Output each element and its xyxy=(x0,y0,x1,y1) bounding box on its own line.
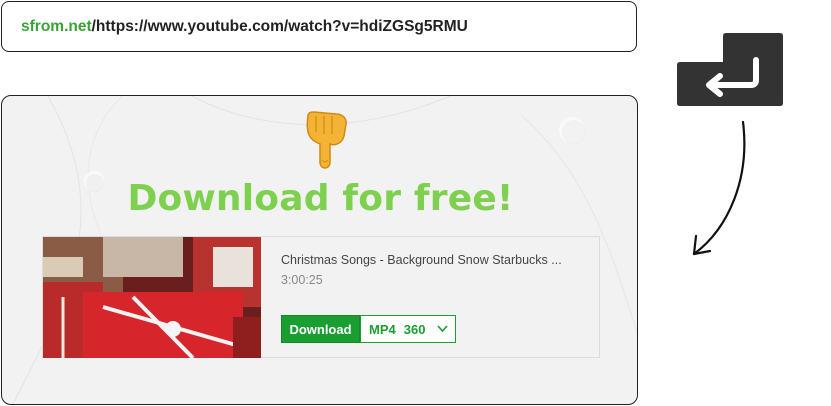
video-thumbnail[interactable] xyxy=(43,237,261,358)
video-duration: 3:00:25 xyxy=(281,273,323,287)
headline: Download for free! xyxy=(127,178,514,219)
download-button[interactable]: Download xyxy=(281,315,360,343)
chevron-down-icon xyxy=(437,325,449,333)
enter-key-icon xyxy=(677,33,783,106)
video-result: Christmas Songs - Background Snow Starbu… xyxy=(42,236,600,358)
pointing-down-hand-icon xyxy=(306,111,347,169)
url-bar[interactable]: sfrom.net/https://www.youtube.com/watch?… xyxy=(1,1,637,52)
download-card: Download for free! Christmas Songs - Bac… xyxy=(1,95,638,405)
url-rest: /https://www.youtube.com/watch?v=hdiZGSg… xyxy=(91,17,468,35)
format-label: MP4 xyxy=(369,321,396,337)
quality-label: 360 xyxy=(403,321,426,337)
url-prefix: sfrom.net xyxy=(21,17,92,35)
format-quality-select[interactable]: MP4 360 xyxy=(360,315,456,343)
curved-arrow-icon xyxy=(692,120,746,256)
video-title: Christmas Songs - Background Snow Starbu… xyxy=(281,253,562,267)
